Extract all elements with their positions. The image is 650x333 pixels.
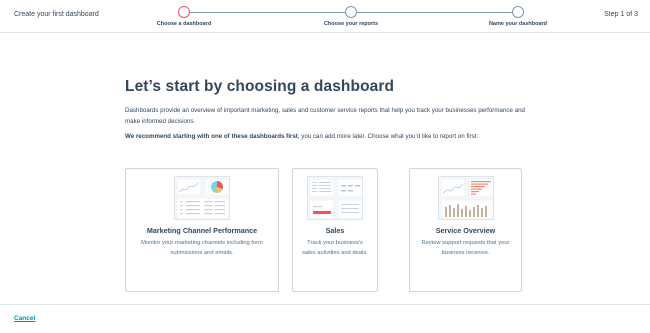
main-content: Let’s start by choosing a dashboard Dash…	[125, 78, 545, 140]
dashboard-card-sales[interactable]: Sales Track your business’s sales activi…	[292, 168, 378, 292]
step-indicator	[345, 6, 357, 18]
service-dashboard-thumbnail	[437, 176, 494, 220]
dashboard-card-marketing[interactable]: Marketing Channel Performance Monitor yo…	[125, 168, 279, 292]
step-choose-reports: Choose your reports	[291, 6, 411, 27]
page-title: Create your first dashboard	[14, 11, 99, 18]
cancel-link[interactable]: Cancel	[14, 315, 35, 322]
step-label: Choose your reports	[323, 21, 379, 27]
wizard-footer: Cancel	[0, 304, 650, 322]
card-title: Service Overview	[435, 226, 496, 235]
recommendation-bold: We recommend starting with one of these …	[125, 133, 298, 140]
step-indicator-active	[178, 6, 190, 18]
main-heading: Let’s start by choosing a dashboard	[125, 78, 395, 95]
dashboard-card-service[interactable]: Service Overview Review support requests…	[409, 168, 522, 292]
card-description: Track your business’s sales activities a…	[302, 240, 368, 256]
step-label: Name your dashboard	[488, 21, 548, 27]
step-choose-dashboard: Choose a dashboard	[124, 6, 244, 27]
card-description: Monitor your marketing channels includin…	[141, 240, 263, 256]
recommendation-rest: , you can add more later. Choose what yo…	[297, 133, 479, 140]
marketing-dashboard-thumbnail	[174, 176, 230, 220]
step-indicator	[512, 6, 524, 18]
wizard-header: Create your first dashboard Choose a das…	[0, 0, 650, 33]
recommendation-text: We recommend starting with one of these …	[125, 133, 545, 140]
step-name-dashboard: Name your dashboard	[458, 6, 578, 27]
step-label: Choose a dashboard	[156, 21, 212, 27]
intro-description: Dashboards provide an overview of import…	[125, 107, 525, 125]
sales-dashboard-thumbnail	[307, 176, 363, 220]
step-counter: Step 1 of 3	[604, 11, 638, 18]
card-title: Sales	[325, 226, 345, 235]
card-description: Review support requests that your busine…	[421, 240, 510, 256]
card-title: Marketing Channel Performance	[146, 226, 258, 235]
